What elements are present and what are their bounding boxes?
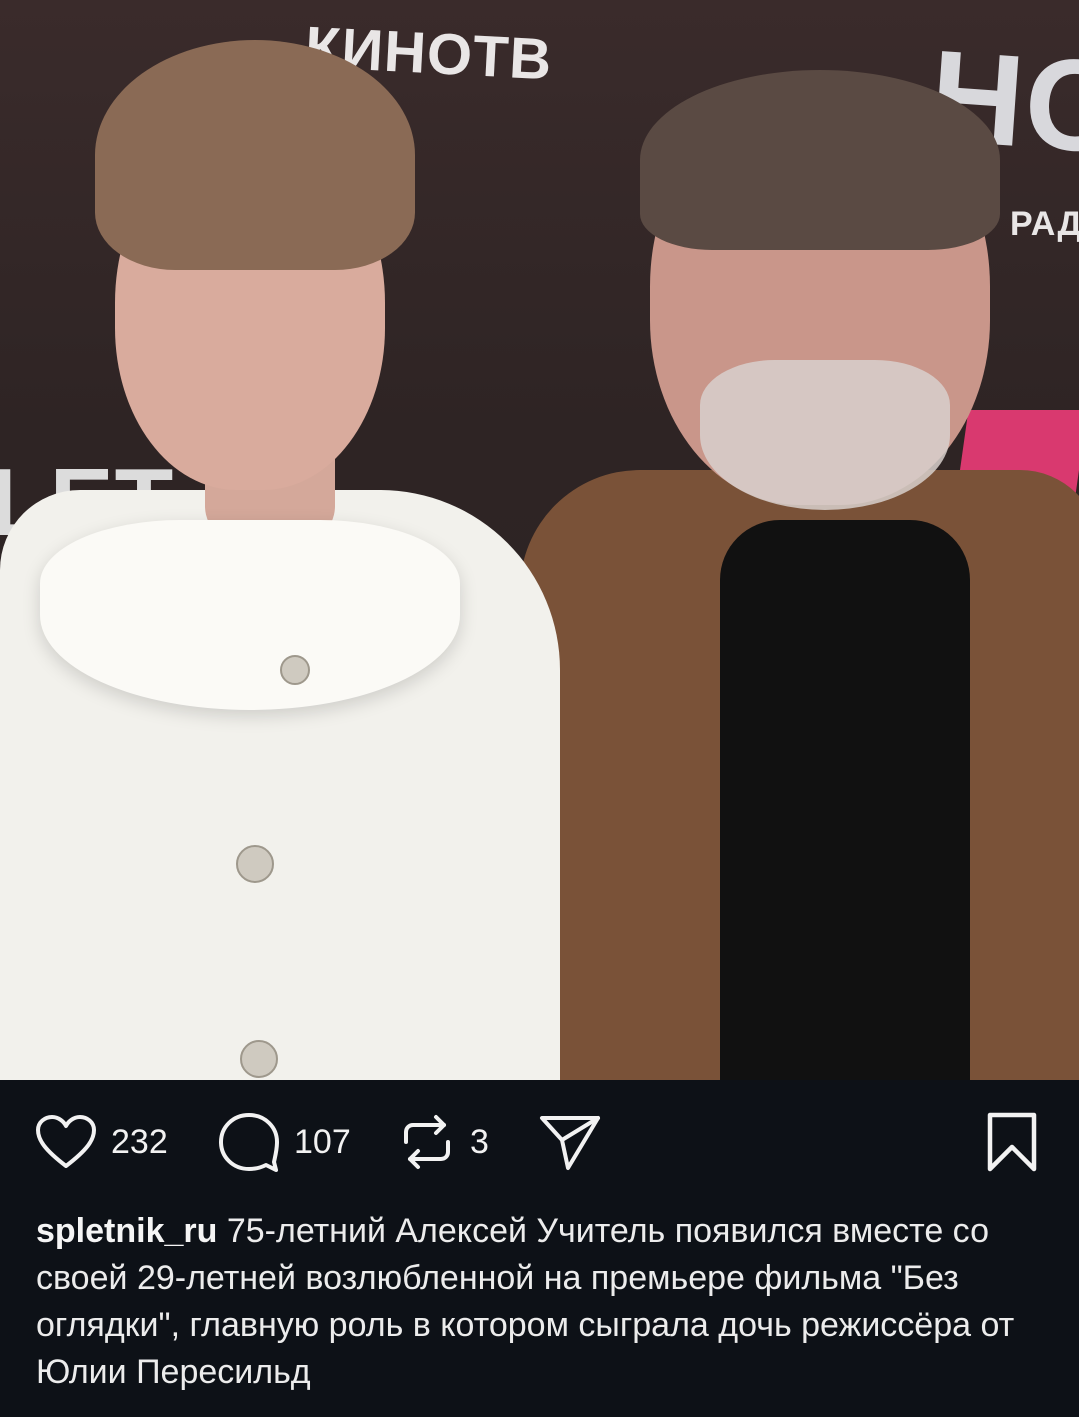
woman-collar xyxy=(40,520,460,710)
post-caption: spletnik_ru 75-летний Алексей Учитель по… xyxy=(36,1208,1056,1396)
post-photo[interactable]: КИНОТВ НОВ РАД LET xyxy=(0,0,1079,1080)
send-icon xyxy=(540,1116,600,1170)
username-link[interactable]: spletnik_ru xyxy=(36,1212,217,1250)
shirt-button xyxy=(240,1040,278,1078)
repost-button[interactable]: 3 xyxy=(398,1112,489,1172)
man-shirt xyxy=(720,520,970,1080)
shirt-button xyxy=(280,655,310,685)
repost-icon xyxy=(404,1115,450,1169)
share-button[interactable] xyxy=(538,1112,602,1172)
backdrop-logo-rad: РАД xyxy=(1010,205,1079,243)
heart-icon xyxy=(36,1115,96,1168)
repost-count: 3 xyxy=(470,1122,489,1161)
man-hair xyxy=(640,70,1000,250)
like-count: 232 xyxy=(111,1122,168,1161)
comment-button[interactable]: 107 xyxy=(218,1112,351,1172)
bookmark-icon xyxy=(987,1112,1037,1172)
man-beard xyxy=(700,360,950,510)
comment-count: 107 xyxy=(294,1122,351,1161)
shirt-button xyxy=(236,845,274,883)
comment-bubble-icon xyxy=(219,1113,279,1172)
like-button[interactable]: 232 xyxy=(35,1112,168,1172)
save-button[interactable] xyxy=(985,1112,1039,1172)
woman-hair xyxy=(95,40,415,270)
